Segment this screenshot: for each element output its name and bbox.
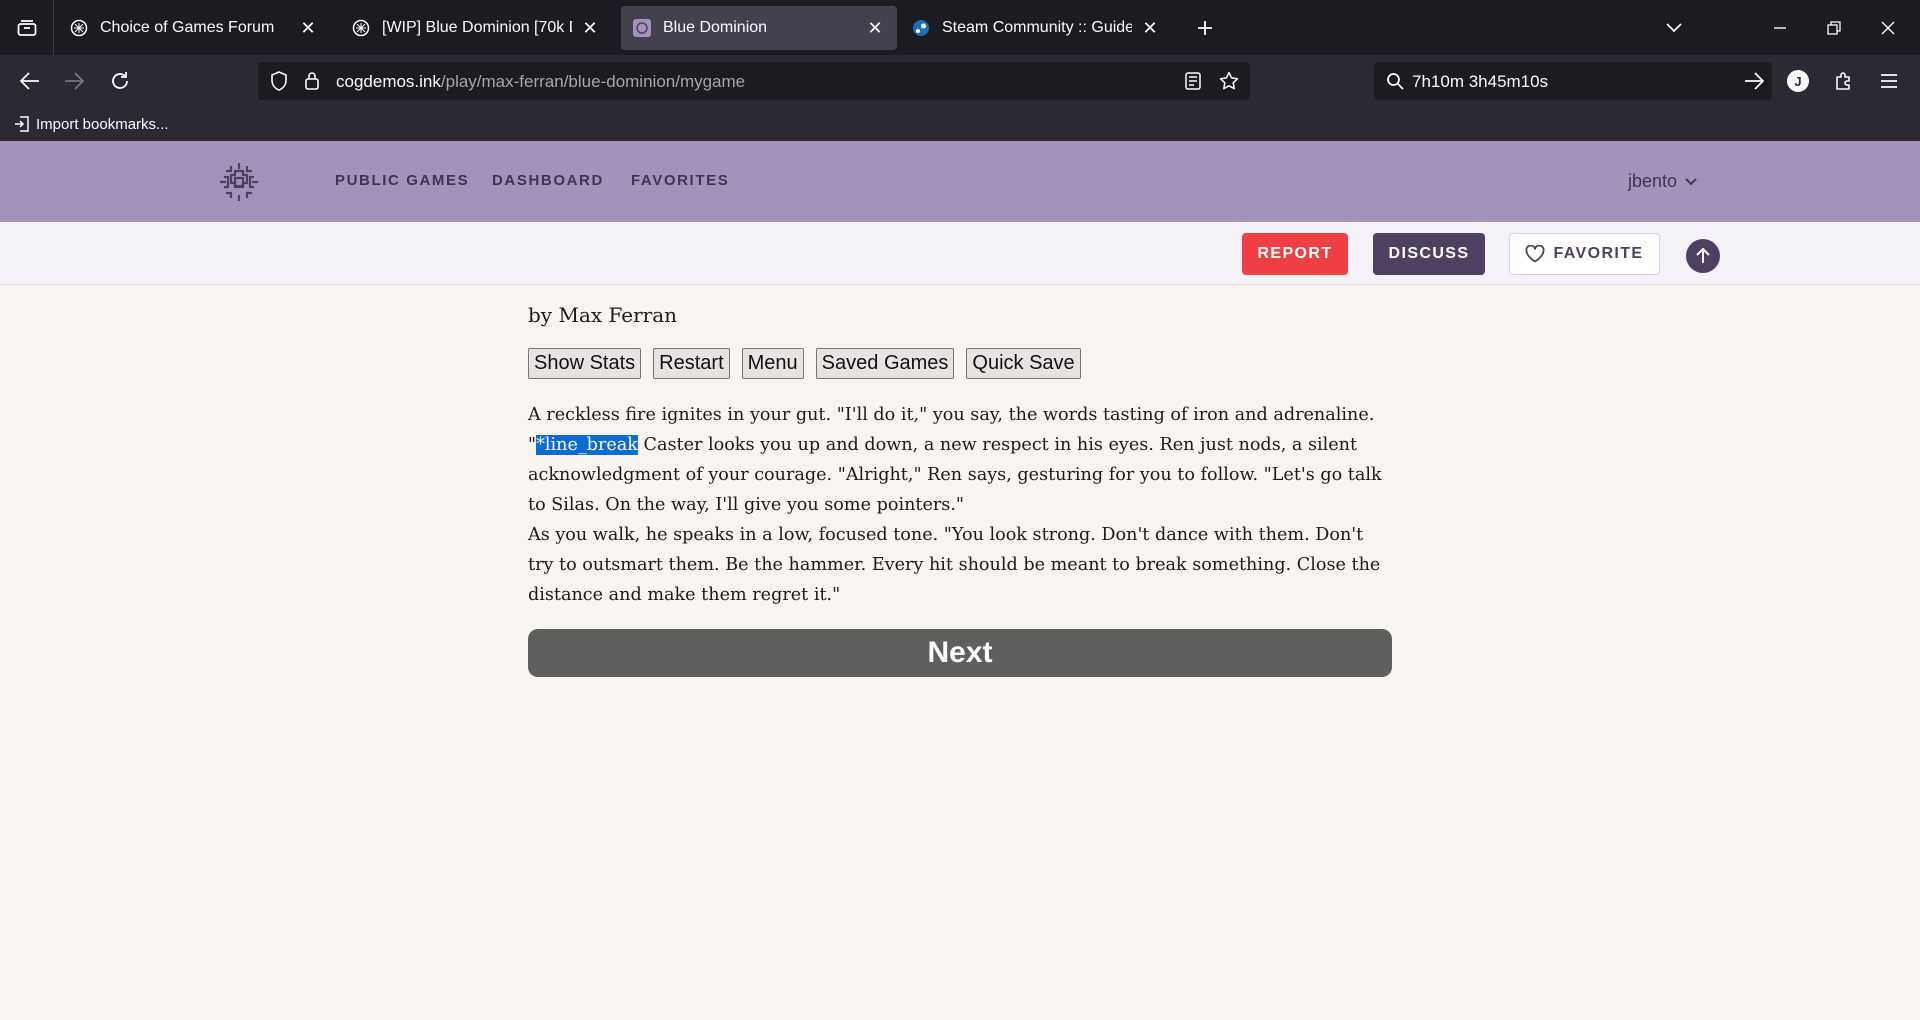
game-action-bar: REPORT DISCUSS FAVORITE — [0, 222, 1920, 285]
next-button[interactable]: Next — [528, 629, 1392, 677]
tab-list-icon — [17, 19, 36, 36]
tab-steam-community-guide[interactable]: Steam Community :: Guide :: A S ✕ — [900, 6, 1172, 50]
passage-paragraph: A reckless fire ignites in your gut. "I'… — [528, 400, 1392, 520]
app-menu-button[interactable] — [1871, 63, 1907, 99]
close-icon — [1881, 21, 1895, 34]
import-icon — [15, 116, 29, 132]
game-button-row: Show Stats Restart Menu Saved Games Quic… — [528, 348, 1081, 379]
passage-paragraph: As you walk, he speaks in a low, focused… — [528, 525, 1381, 605]
url-host: cogdemos.ink — [336, 72, 441, 91]
url-text[interactable]: cogdemos.ink/play/max-ferran/blue-domini… — [336, 72, 745, 92]
tab-label: [WIP] Blue Dominion [70k Demo — [382, 19, 572, 36]
nav-favorites[interactable]: FAVORITES — [631, 172, 729, 189]
scroll-to-top-button[interactable] — [1686, 239, 1720, 273]
report-button[interactable]: REPORT — [1242, 233, 1348, 275]
bookmarks-toolbar: Import bookmarks... — [0, 107, 1920, 141]
saved-games-button[interactable]: Saved Games — [815, 348, 955, 379]
url-bar[interactable]: cogdemos.ink/play/max-ferran/blue-domini… — [258, 62, 1250, 100]
close-icon[interactable]: ✕ — [865, 18, 885, 39]
close-icon[interactable]: ✕ — [1140, 18, 1160, 39]
tab-choice-of-games-forum[interactable]: Choice of Games Forum ✕ — [58, 6, 330, 50]
bookmark-star-icon[interactable] — [1219, 71, 1239, 91]
close-icon[interactable]: ✕ — [298, 18, 318, 39]
account-initial: J — [1794, 73, 1802, 89]
user-menu[interactable]: jbento — [1628, 171, 1697, 192]
hamburger-menu-icon — [1881, 74, 1897, 88]
site-header: PUBLIC GAMES DASHBOARD FAVORITES jbento — [0, 141, 1920, 222]
account-button[interactable]: J — [1780, 63, 1816, 99]
account-avatar: J — [1787, 70, 1809, 92]
passage-text: Caster looks you up and down, a new resp… — [528, 435, 1382, 515]
search-input[interactable]: 7h10m 3h45m10s — [1412, 72, 1548, 92]
import-bookmarks-button[interactable]: Import bookmarks... — [14, 113, 169, 135]
favorite-button[interactable]: FAVORITE — [1509, 233, 1660, 275]
restore-button[interactable] — [1806, 0, 1862, 55]
selected-text: *line_break — [536, 435, 638, 455]
heart-icon — [1526, 245, 1545, 263]
lock-icon — [305, 72, 319, 90]
game-byline: by Max Ferran — [528, 303, 678, 327]
steam-favicon-icon — [912, 19, 930, 37]
search-icon — [1387, 73, 1404, 90]
arrow-right-icon[interactable] — [1744, 72, 1764, 90]
new-tab-button[interactable] — [1178, 0, 1232, 55]
tab-bar: Choice of Games Forum ✕ [WIP] Blue Domin… — [0, 0, 1920, 55]
tab-wip-blue-dominion[interactable]: [WIP] Blue Dominion [70k Demo ✕ — [340, 6, 612, 50]
shield-icon — [271, 71, 287, 91]
nav-public-games[interactable]: PUBLIC GAMES — [335, 172, 469, 189]
minimize-icon — [1774, 26, 1786, 29]
menu-button[interactable]: Menu — [741, 348, 804, 379]
list-all-tabs-button[interactable] — [1646, 0, 1702, 55]
restore-icon — [1827, 20, 1841, 35]
story-passage: A reckless fire ignites in your gut. "I'… — [528, 400, 1392, 610]
tab-list-button[interactable] — [0, 0, 54, 55]
discuss-button[interactable]: DISCUSS — [1373, 233, 1485, 275]
search-bar[interactable]: 7h10m 3h45m10s — [1374, 62, 1772, 100]
reader-view-icon[interactable] — [1185, 72, 1201, 90]
favorite-label: FAVORITE — [1553, 245, 1644, 262]
url-path: /play/max-ferran/blue-dominion/mygame — [440, 72, 746, 91]
tab-blue-dominion[interactable]: Blue Dominion ✕ — [621, 6, 897, 50]
username: jbento — [1628, 171, 1678, 191]
close-icon[interactable]: ✕ — [580, 18, 600, 39]
cogdemos-logo-icon[interactable] — [218, 161, 260, 203]
arrow-right-icon — [65, 72, 84, 90]
forward-button[interactable] — [56, 63, 92, 99]
tab-label: Choice of Games Forum — [100, 19, 275, 36]
chevron-down-icon — [1666, 22, 1682, 32]
cogdemos-favicon-icon — [633, 19, 651, 37]
show-stats-button[interactable]: Show Stats — [528, 348, 642, 379]
tab-label: Steam Community :: Guide :: A S — [942, 19, 1132, 36]
plus-icon — [1198, 20, 1212, 35]
minimize-button[interactable] — [1752, 0, 1808, 55]
puzzle-icon — [1836, 72, 1850, 90]
quick-save-button[interactable]: Quick Save — [966, 348, 1081, 379]
tab-label: Blue Dominion — [663, 19, 768, 36]
reload-icon — [112, 72, 128, 89]
cog-favicon-icon — [352, 19, 370, 37]
arrow-left-icon — [20, 72, 39, 90]
import-bookmarks-label: Import bookmarks... — [36, 115, 169, 133]
cog-favicon-icon — [70, 19, 88, 37]
navigation-toolbar: cogdemos.ink/play/max-ferran/blue-domini… — [0, 55, 1920, 107]
extensions-button[interactable] — [1826, 63, 1862, 99]
restart-button[interactable]: Restart — [653, 348, 730, 379]
back-button[interactable] — [12, 63, 48, 99]
arrow-up-icon — [1696, 248, 1710, 263]
window-close-button[interactable] — [1860, 0, 1916, 55]
nav-dashboard[interactable]: DASHBOARD — [492, 172, 604, 189]
reload-button[interactable] — [102, 63, 138, 99]
chevron-down-icon — [1685, 177, 1697, 185]
